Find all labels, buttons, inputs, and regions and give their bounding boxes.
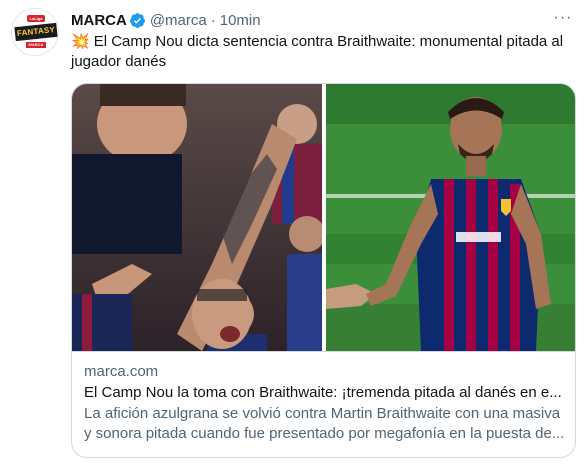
more-options-icon[interactable]: ··· bbox=[553, 10, 573, 31]
tweet-text: 💥 El Camp Nou dicta sentencia contra Brai… bbox=[71, 32, 576, 72]
account-handle[interactable]: @marca bbox=[150, 12, 207, 29]
tweet-timestamp[interactable]: 10min bbox=[220, 12, 261, 29]
tweet-header: MARCA @marca · 10min bbox=[71, 10, 261, 30]
tweet[interactable]: LaLiga FANTASY MARCA MARCA @marca · 10mi… bbox=[0, 0, 587, 469]
card-title[interactable]: El Camp Nou la toma con Braithwaite: ¡tr… bbox=[84, 383, 565, 403]
verified-badge-icon bbox=[129, 12, 145, 28]
card-description: La afición azulgrana se volvió contra Ma… bbox=[84, 405, 565, 442]
tweet-body: El Camp Nou dicta sentencia contra Brait… bbox=[71, 33, 564, 70]
photo-braithwaite[interactable] bbox=[326, 84, 575, 351]
card-domain: marca.com bbox=[84, 363, 159, 380]
avatar[interactable]: LaLiga FANTASY MARCA bbox=[11, 8, 59, 56]
avatar-brand-text: MARCA bbox=[26, 42, 46, 48]
collision-emoji-icon: 💥 bbox=[71, 33, 90, 50]
card-meta[interactable]: marca.com El Camp Nou la toma con Braith… bbox=[72, 351, 575, 457]
separator-dot: · bbox=[210, 11, 216, 29]
avatar-fantasy-text: FANTASY bbox=[14, 22, 58, 42]
account-name[interactable]: MARCA bbox=[71, 12, 127, 29]
link-card[interactable]: marca.com El Camp Nou la toma con Braith… bbox=[71, 83, 576, 458]
avatar-league-logo: LaLiga bbox=[27, 15, 45, 22]
card-media[interactable] bbox=[72, 84, 575, 351]
photo-fans-crowd[interactable] bbox=[72, 84, 322, 351]
